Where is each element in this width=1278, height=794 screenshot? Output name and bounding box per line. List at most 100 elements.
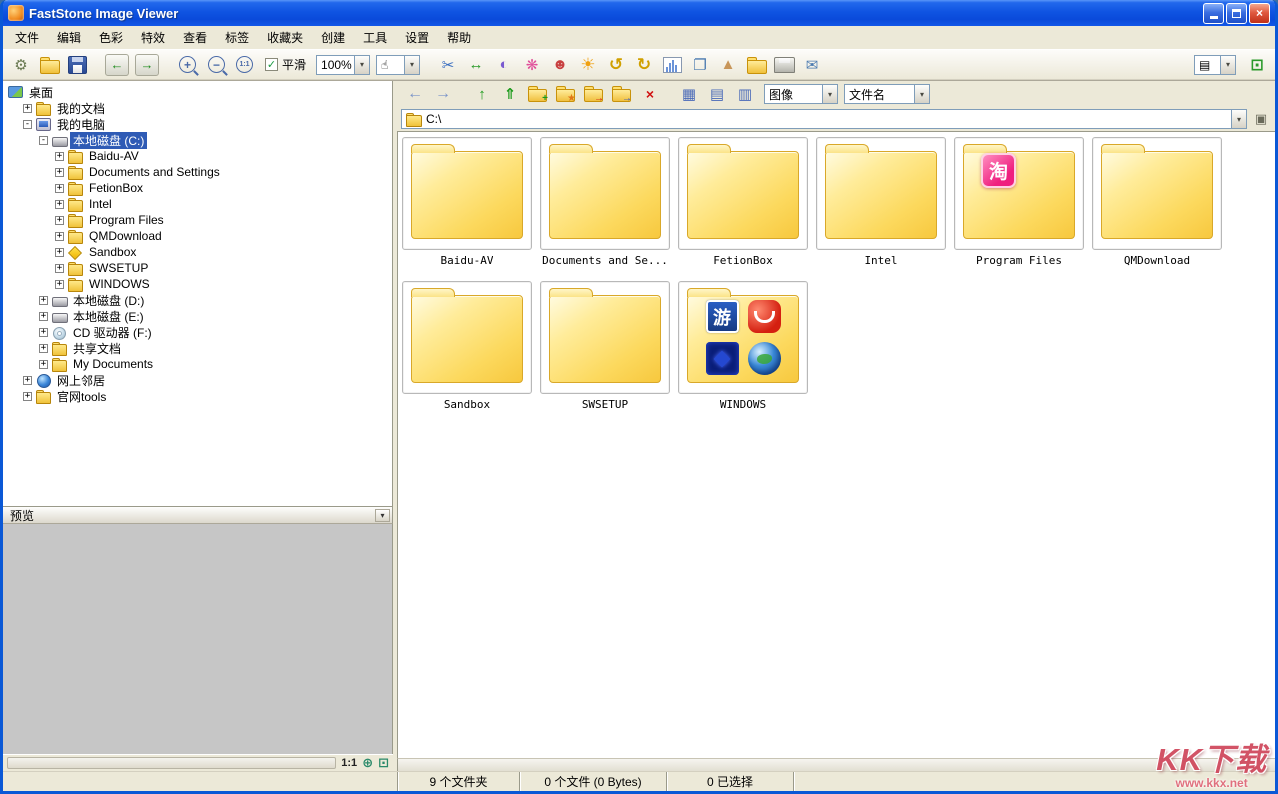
folder-item[interactable]: QMDownload	[1092, 137, 1222, 267]
tree-item[interactable]: +Sandbox	[3, 244, 392, 260]
expand-icon[interactable]: +	[55, 216, 64, 225]
collapse-icon[interactable]: -	[39, 136, 48, 145]
image-browser-icon[interactable]: ⚙	[8, 53, 34, 77]
favorite-folder-icon[interactable]: ★	[553, 82, 579, 106]
zoom-out-icon[interactable]: −	[208, 56, 225, 73]
expand-icon[interactable]: +	[55, 184, 64, 193]
menu-item-5[interactable]: 标签	[216, 26, 258, 49]
menu-item-3[interactable]: 特效	[132, 26, 174, 49]
close-button[interactable]: ×	[1249, 3, 1270, 24]
folder-item[interactable]: Sandbox	[402, 281, 532, 411]
tree-item[interactable]: 桌面	[3, 84, 392, 100]
tree-item[interactable]: +Baidu-AV	[3, 148, 392, 164]
tree-item[interactable]: +本地磁盘 (E:)	[3, 308, 392, 324]
menu-item-2[interactable]: 色彩	[90, 26, 132, 49]
expand-icon[interactable]: +	[55, 280, 64, 289]
chevron-down-icon[interactable]: ▾	[354, 56, 369, 74]
chevron-down-icon[interactable]: ▾	[1220, 56, 1235, 74]
expand-icon[interactable]: +	[55, 232, 64, 241]
fullscreen-icon[interactable]: ⊡	[1244, 53, 1270, 77]
menu-item-1[interactable]: 编辑	[48, 26, 90, 49]
tree-item[interactable]: +网上邻居	[3, 372, 392, 388]
thumbnails-view-icon[interactable]: ▦	[676, 82, 702, 106]
actual-size-icon[interactable]: ⊕	[362, 755, 373, 771]
file-management-icon[interactable]	[743, 53, 769, 77]
tree-item[interactable]: +FetionBox	[3, 180, 392, 196]
expand-icon[interactable]: +	[39, 360, 48, 369]
menu-item-10[interactable]: 帮助	[438, 26, 480, 49]
new-folder-icon[interactable]: +	[525, 82, 551, 106]
menu-item-8[interactable]: 工具	[354, 26, 396, 49]
hand-tool-select[interactable]: ☝▾	[376, 55, 420, 75]
move-to-folder-icon[interactable]: →	[581, 82, 607, 106]
expand-icon[interactable]: +	[55, 152, 64, 161]
tree-item[interactable]: +My Documents	[3, 356, 392, 372]
folder-item[interactable]: 游WINDOWS	[678, 281, 808, 411]
folder-item[interactable]: Documents and Se...	[540, 137, 670, 267]
chevron-down-icon[interactable]: ▾	[404, 56, 419, 74]
expand-icon[interactable]: +	[55, 200, 64, 209]
expand-icon[interactable]: +	[39, 344, 48, 353]
adjust-colors-icon[interactable]: ❋	[519, 53, 545, 77]
forward-icon[interactable]: →	[430, 82, 456, 106]
thumbnail-options-select[interactable]: ▤▾	[1194, 55, 1236, 75]
back-icon[interactable]: ←	[402, 82, 428, 106]
rotate-right-icon[interactable]: ↻	[631, 53, 657, 77]
menu-item-0[interactable]: 文件	[6, 26, 48, 49]
sort-order-select[interactable]: 文件名▾	[844, 84, 930, 104]
expand-icon[interactable]: +	[55, 248, 64, 257]
tree-item[interactable]: +Intel	[3, 196, 392, 212]
chevron-down-icon[interactable]: ▾	[1231, 110, 1246, 128]
folder-item[interactable]: 淘Program Files	[954, 137, 1084, 267]
horizontal-scrollbar[interactable]	[397, 758, 1275, 771]
list-view-icon[interactable]: ▥	[732, 82, 758, 106]
expand-icon[interactable]: +	[23, 392, 32, 401]
tree-item[interactable]: +共享文档	[3, 340, 392, 356]
tree-item[interactable]: +我的文档	[3, 100, 392, 116]
histogram-icon[interactable]	[659, 53, 685, 77]
menu-item-4[interactable]: 查看	[174, 26, 216, 49]
preview-scrollbar[interactable]	[7, 757, 336, 769]
clipboard-icon[interactable]: ▣	[1251, 109, 1271, 129]
expand-icon[interactable]: +	[39, 328, 48, 337]
auto-adjust-icon[interactable]: ☀	[575, 53, 601, 77]
tree-item[interactable]: +本地磁盘 (D:)	[3, 292, 392, 308]
chevron-down-icon[interactable]: ▾	[822, 85, 837, 103]
expand-icon[interactable]: +	[55, 168, 64, 177]
maximize-button[interactable]	[1226, 3, 1247, 24]
crop-board-icon[interactable]: ✂	[435, 53, 461, 77]
go-root-icon[interactable]: ⇑	[497, 82, 523, 106]
tree-item[interactable]: +Program Files	[3, 212, 392, 228]
minimize-button[interactable]	[1203, 3, 1224, 24]
menu-item-9[interactable]: 设置	[396, 26, 438, 49]
expand-icon[interactable]: +	[55, 264, 64, 273]
chevron-down-icon[interactable]: ▾	[375, 509, 390, 522]
view-filter-select[interactable]: 图像▾	[764, 84, 838, 104]
save-as-icon[interactable]	[64, 53, 90, 77]
titlebar[interactable]: FastStone Image Viewer ×	[3, 0, 1275, 26]
tree-item[interactable]: +SWSETUP	[3, 260, 392, 276]
chevron-down-icon[interactable]: ▾	[914, 85, 929, 103]
tree-item[interactable]: +WINDOWS	[3, 276, 392, 292]
folder-item[interactable]: Intel	[816, 137, 946, 267]
expand-icon[interactable]: +	[39, 312, 48, 321]
folder-item[interactable]: SWSETUP	[540, 281, 670, 411]
expand-icon[interactable]: +	[23, 104, 32, 113]
tree-item[interactable]: +CD 驱动器 (F:)	[3, 324, 392, 340]
tree-item[interactable]: -我的电脑	[3, 116, 392, 132]
zoom-in-icon[interactable]: +	[179, 56, 196, 73]
tree-item[interactable]: -本地磁盘 (C:)	[3, 132, 392, 148]
delete-icon[interactable]: ×	[637, 82, 663, 106]
print-icon[interactable]	[771, 53, 797, 77]
previous-image-icon[interactable]: ←	[105, 54, 129, 76]
copy-to-folder-icon[interactable]: →	[609, 82, 635, 106]
tree-item[interactable]: +官网tools	[3, 388, 392, 404]
batch-convert-icon[interactable]: ▲	[715, 53, 741, 77]
zoom-select[interactable]: 100%▾	[316, 55, 370, 75]
menu-item-7[interactable]: 创建	[312, 26, 354, 49]
folder-item[interactable]: FetionBox	[678, 137, 808, 267]
expand-icon[interactable]: +	[39, 296, 48, 305]
screen-capture-icon[interactable]: ✉	[799, 53, 825, 77]
menu-item-6[interactable]: 收藏夹	[258, 26, 312, 49]
rotate-left-icon[interactable]: ↺	[603, 53, 629, 77]
